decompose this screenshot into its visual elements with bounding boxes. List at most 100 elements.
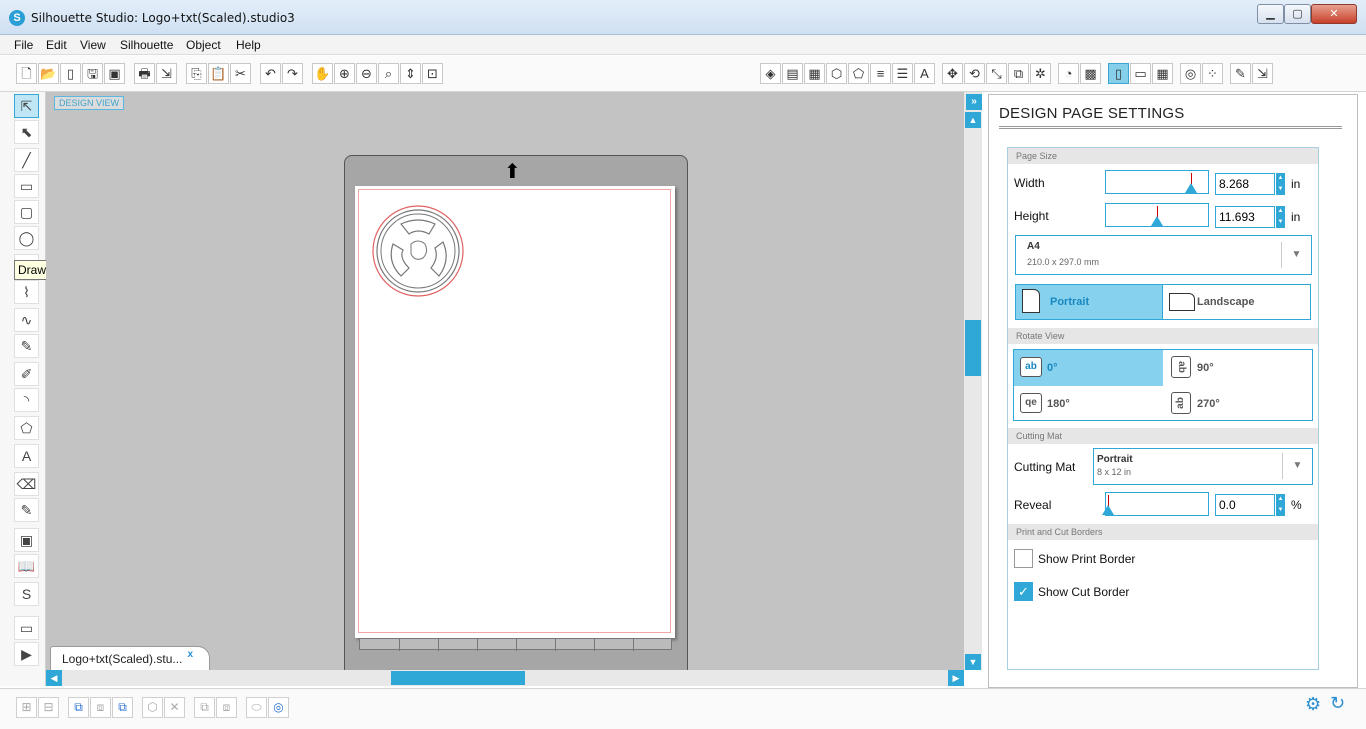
edit-points-icon[interactable]: ⬉ (14, 120, 39, 144)
regular-polygon-icon[interactable]: ⬠ (14, 416, 39, 440)
ungroup-icon[interactable]: ⊟ (38, 697, 59, 718)
design-page[interactable] (355, 186, 675, 638)
draw-rounded-rectangle-icon[interactable]: ▢ (14, 200, 39, 224)
redo-icon[interactable]: ↷ (282, 63, 303, 84)
logo-shape[interactable] (371, 204, 465, 298)
vertical-scrollbar[interactable]: ▲ ▼ (964, 92, 982, 670)
arc-icon[interactable]: ◝ (14, 388, 39, 412)
send-to-silhouette-icon[interactable]: ⇲ (156, 63, 177, 84)
new-icon[interactable]: 🗋 (16, 63, 37, 84)
horizontal-scroll-thumb[interactable] (391, 671, 525, 685)
save-icon[interactable]: 🖫 (82, 63, 103, 84)
rotate-270-button[interactable]: ab 270° (1164, 386, 1313, 422)
line-style-dash-icon[interactable]: ☰ (892, 63, 913, 84)
width-input[interactable]: 8.268 (1215, 173, 1275, 195)
reveal-input[interactable]: 0.0 (1215, 494, 1275, 516)
library-book-icon[interactable]: 📖 (14, 554, 39, 578)
width-stepper[interactable]: ▲ ▼ (1276, 173, 1285, 195)
play-icon[interactable]: ▶ (14, 642, 39, 666)
trace-icon[interactable]: ⁘ (1202, 63, 1223, 84)
window-icon[interactable]: ▭ (14, 616, 39, 640)
menu-help[interactable]: Help (236, 38, 261, 52)
store-icon[interactable]: ▩ (1080, 63, 1101, 84)
freehand-icon[interactable]: ✎ (14, 334, 39, 358)
text-tool-icon[interactable]: A (14, 444, 39, 468)
trace-bottom-icon[interactable]: ◎ (268, 697, 289, 718)
scroll-down-arrow-icon[interactable]: ▼ (965, 654, 981, 670)
silhouette-store-icon[interactable]: S (14, 582, 39, 606)
knife-tool-icon[interactable]: ✎ (14, 498, 39, 522)
copy-icon[interactable]: ⎘ (186, 63, 207, 84)
menu-edit[interactable]: Edit (46, 38, 67, 52)
pan-hand-icon[interactable]: ✋ (312, 63, 333, 84)
close-window-button[interactable]: ✕ (1311, 4, 1357, 24)
reveal-slider[interactable] (1102, 492, 1209, 516)
open-template-icon[interactable]: ▯ (60, 63, 81, 84)
scale-icon[interactable]: ⤡ (986, 63, 1007, 84)
draw-line-icon[interactable]: ╱ (14, 148, 39, 172)
smooth-freehand-icon[interactable]: ✐ (14, 362, 39, 386)
zoom-drag-icon[interactable]: ⇕ (400, 63, 421, 84)
menu-file[interactable]: File (14, 38, 33, 52)
draw-curve-icon[interactable]: ⌇ (14, 280, 39, 304)
draw-ellipse-icon[interactable]: ◯ (14, 226, 39, 250)
delete-icon[interactable]: ✕ (164, 697, 185, 718)
draw-polygon-tool-icon[interactable]: ∿ (14, 308, 39, 332)
fill-gradient-icon[interactable]: ▤ (782, 63, 803, 84)
transform-icon[interactable]: ✥ (942, 63, 963, 84)
design-canvas[interactable]: DESIGN VIEW ⬆ (46, 92, 964, 670)
page-size-dropdown[interactable]: A4 210.0 x 297.0 mm ▼ (1015, 235, 1312, 275)
menu-silhouette[interactable]: Silhouette (120, 38, 173, 52)
width-slider-handle[interactable] (1185, 183, 1197, 193)
zoom-out-icon[interactable]: ⊖ (356, 63, 377, 84)
duplicate-icon[interactable]: ⧉ (194, 697, 215, 718)
offset-icon[interactable]: ⬭ (246, 697, 267, 718)
scroll-left-arrow-icon[interactable]: ◀ (46, 670, 62, 686)
rotate-0-button[interactable]: ab 0° (1014, 350, 1163, 386)
collapse-panel-icon[interactable]: » (966, 94, 982, 110)
send-icon[interactable]: ⇲ (1252, 63, 1273, 84)
zoom-select-icon[interactable]: ⌕ (378, 63, 399, 84)
gear-icon[interactable]: ⚙ (1305, 694, 1321, 715)
height-slider-handle[interactable] (1151, 216, 1163, 226)
save-library-icon[interactable]: ▣ (104, 63, 125, 84)
scroll-up-arrow-icon[interactable]: ▲ (965, 112, 981, 128)
fill-pattern-icon[interactable]: ▦ (804, 63, 825, 84)
horizontal-scrollbar[interactable]: ◀ ▶ (46, 670, 964, 686)
width-slider[interactable] (1105, 170, 1209, 194)
menu-view[interactable]: View (80, 38, 106, 52)
bring-forward-icon[interactable]: ⧉ (112, 697, 133, 718)
vertical-scroll-thumb[interactable] (965, 320, 981, 376)
document-tab[interactable]: Logo+txt(Scaled).stu... x (50, 646, 210, 670)
replicate-icon[interactable]: ⧉ (1008, 63, 1029, 84)
rotate-90-button[interactable]: ab 90° (1164, 350, 1313, 386)
select-arrow-icon[interactable]: ⇱ (14, 94, 39, 118)
arrange-icon[interactable]: ⧈ (216, 697, 237, 718)
weld-icon[interactable]: ⬡ (142, 697, 163, 718)
page-settings-icon[interactable]: ▯ (1108, 63, 1129, 84)
registration-marks-icon[interactable]: ◎ (1180, 63, 1201, 84)
open-icon[interactable]: 📂 (38, 63, 59, 84)
reveal-slider-handle[interactable] (1102, 505, 1114, 515)
eraser-icon[interactable]: ⌫ (14, 472, 39, 496)
height-stepper[interactable]: ▲ ▼ (1276, 206, 1285, 228)
paste-icon[interactable]: 📋 (208, 63, 229, 84)
cutting-mat-dropdown[interactable]: Portrait 8 x 12 in ▼ (1093, 448, 1313, 485)
text-style-icon[interactable]: A (914, 63, 935, 84)
cut-icon[interactable]: ✂ (230, 63, 251, 84)
rotate-180-button[interactable]: qe 180° (1014, 386, 1163, 422)
height-slider[interactable] (1105, 203, 1209, 227)
fit-to-window-icon[interactable]: ⊡ (422, 63, 443, 84)
undo-icon[interactable]: ↶ (260, 63, 281, 84)
fill-color-icon[interactable]: ◈ (760, 63, 781, 84)
landscape-button[interactable]: Landscape (1162, 284, 1311, 320)
make-compound-icon[interactable]: ⧉ (68, 697, 89, 718)
rotate-icon[interactable]: ⟲ (964, 63, 985, 84)
show-print-border-checkbox[interactable] (1014, 549, 1033, 568)
modify-icon[interactable]: ✲ (1030, 63, 1051, 84)
group-icon[interactable]: ⊞ (16, 697, 37, 718)
draw-rectangle-icon[interactable]: ▭ (14, 174, 39, 198)
menu-object[interactable]: Object (186, 38, 221, 52)
portrait-button[interactable]: Portrait (1015, 284, 1163, 320)
design-view-icon[interactable]: ▣ (14, 528, 39, 552)
